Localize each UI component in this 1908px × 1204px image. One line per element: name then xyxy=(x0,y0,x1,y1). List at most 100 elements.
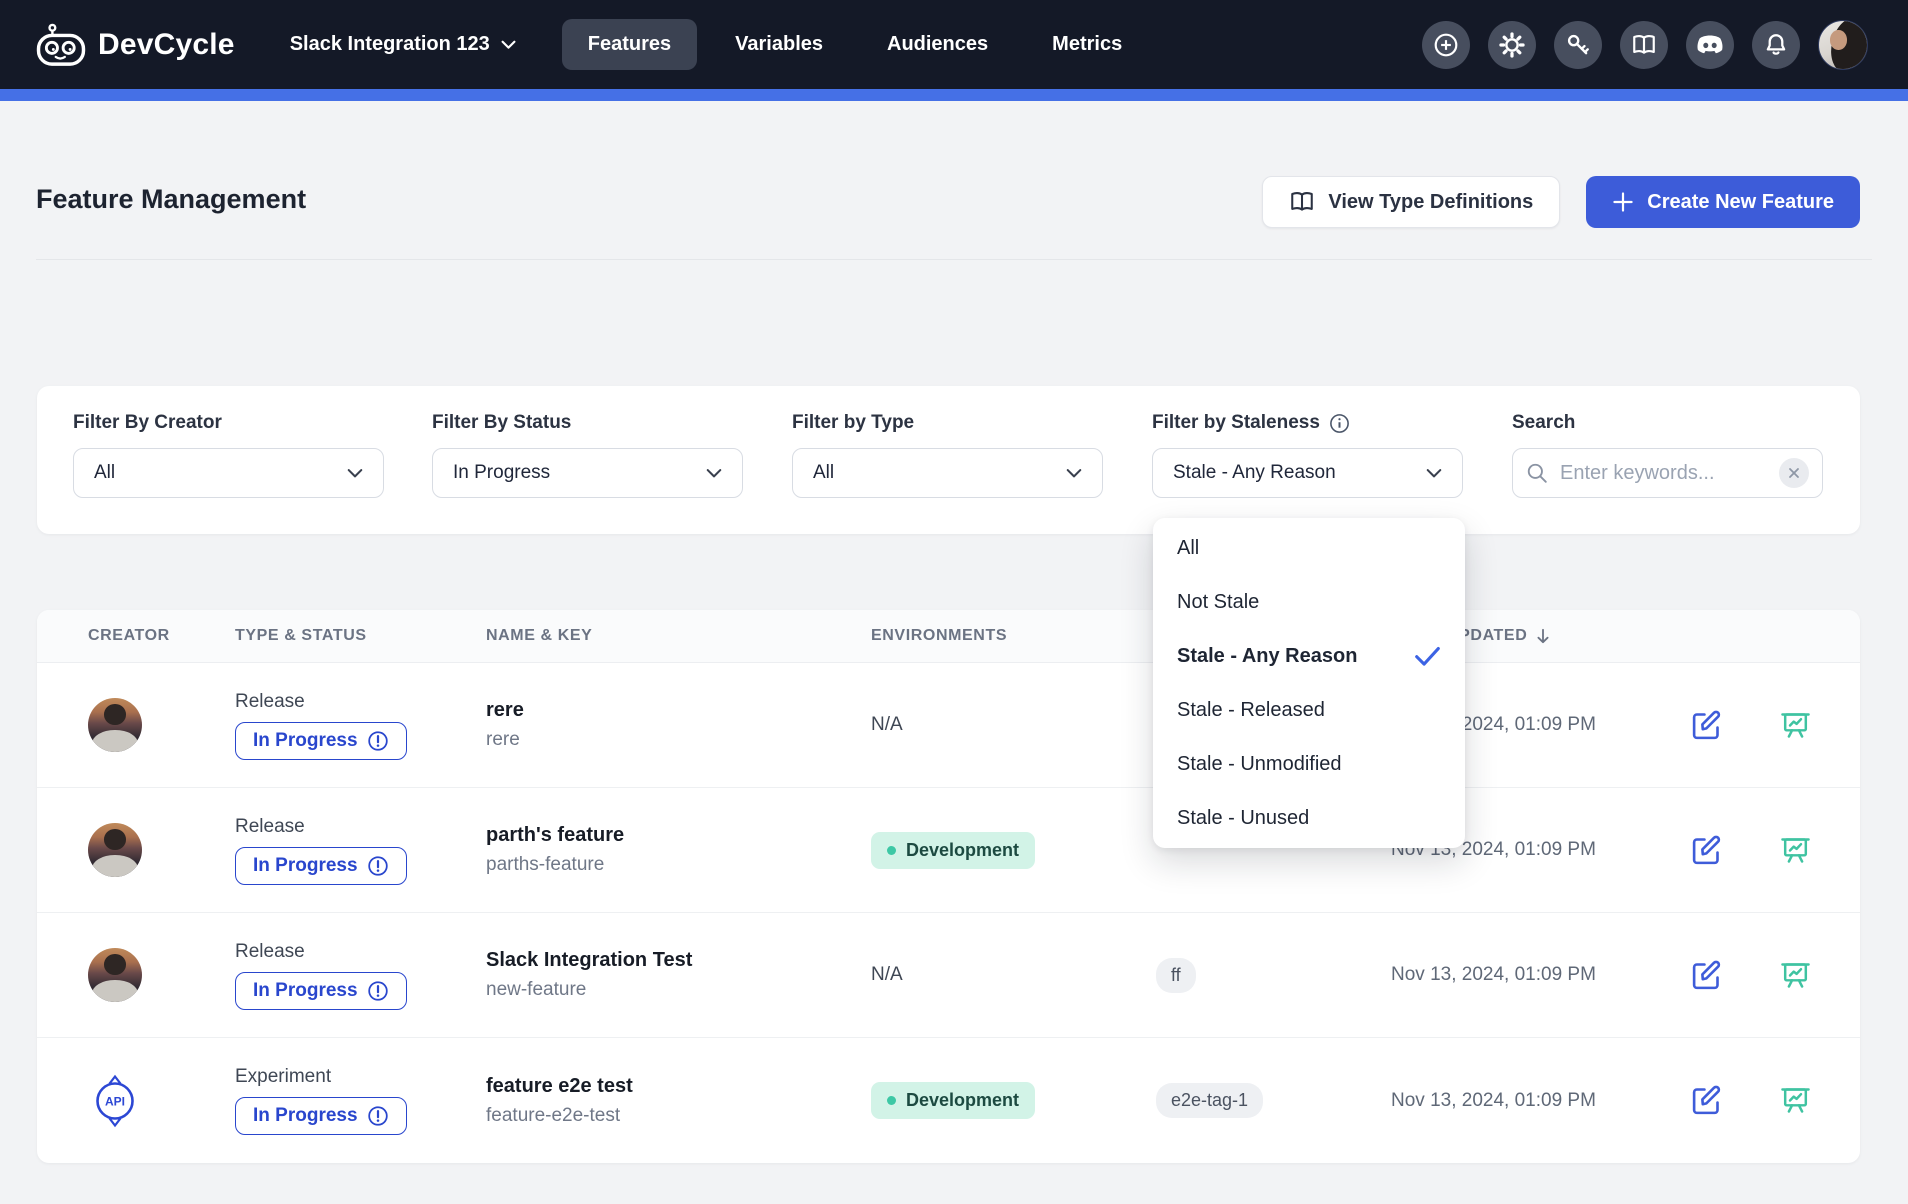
create-new-feature-label: Create New Feature xyxy=(1647,191,1834,214)
row-actions xyxy=(1677,959,1860,992)
filter-staleness-label-text: Filter by Staleness xyxy=(1152,412,1320,434)
environment-badge-label: Development xyxy=(906,1090,1019,1111)
edit-icon[interactable] xyxy=(1690,959,1723,992)
filter-status-label: Filter By Status xyxy=(432,412,743,434)
key-icon[interactable] xyxy=(1554,21,1602,69)
plus-icon xyxy=(1612,191,1634,213)
feature-type: Release xyxy=(235,816,305,838)
book-icon[interactable] xyxy=(1620,21,1668,69)
dropdown-option-all[interactable]: All xyxy=(1153,521,1465,575)
search-box xyxy=(1512,448,1823,498)
analytics-icon[interactable] xyxy=(1779,834,1812,867)
project-selector-label: Slack Integration 123 xyxy=(290,33,490,56)
feature-key: parths-feature xyxy=(486,854,871,876)
tags-cell: ff xyxy=(1156,958,1391,993)
environment-badge-label: Development xyxy=(906,840,1019,861)
status-badge[interactable]: In Progress xyxy=(235,972,407,1010)
status-badge-label: In Progress xyxy=(253,855,358,877)
features-table: CREATOR TYPE & STATUS NAME & KEY ENVIRON… xyxy=(37,610,1860,1163)
environments-value: N/A xyxy=(871,964,903,985)
dropdown-option-not-stale[interactable]: Not Stale xyxy=(1153,575,1465,629)
top-navbar: DevCycle Slack Integration 123 Features … xyxy=(0,0,1908,89)
feature-type: Release xyxy=(235,941,305,963)
search-input[interactable] xyxy=(1560,462,1767,485)
nav-tab-audiences[interactable]: Audiences xyxy=(861,19,1014,70)
dropdown-option-stale-any-reason[interactable]: Stale - Any Reason xyxy=(1153,629,1465,683)
user-avatar[interactable] xyxy=(1818,20,1868,70)
row-actions xyxy=(1677,1084,1860,1117)
exclamation-circle-icon xyxy=(367,980,389,1002)
creator-cell xyxy=(37,948,235,1002)
add-circle-icon[interactable] xyxy=(1422,21,1470,69)
tag-pill: ff xyxy=(1156,958,1196,993)
filter-type-select[interactable]: All xyxy=(792,448,1103,498)
analytics-icon[interactable] xyxy=(1779,709,1812,742)
filter-status-select[interactable]: In Progress xyxy=(432,448,743,498)
name-key-cell[interactable]: feature e2e test feature-e2e-test xyxy=(486,1075,871,1127)
tag-pill: e2e-tag-1 xyxy=(1156,1083,1263,1118)
environment-badge: Development xyxy=(871,832,1035,869)
status-badge[interactable]: In Progress xyxy=(235,722,407,760)
filter-search: Search xyxy=(1512,412,1823,498)
header-actions: View Type Definitions Create New Feature xyxy=(1262,176,1860,228)
edit-icon[interactable] xyxy=(1690,709,1723,742)
brand-name: DevCycle xyxy=(98,28,235,62)
dropdown-option-label: Stale - Unmodified xyxy=(1177,753,1342,776)
filter-staleness-label: Filter by Staleness xyxy=(1152,412,1463,434)
analytics-icon[interactable] xyxy=(1779,959,1812,992)
table-row[interactable]: Release In Progress Slack Integration Te… xyxy=(37,913,1860,1038)
dropdown-option-label: Not Stale xyxy=(1177,591,1259,614)
dropdown-option-label: Stale - Released xyxy=(1177,699,1325,722)
page-title: Feature Management xyxy=(36,184,306,215)
creator-avatar xyxy=(88,698,142,752)
filter-creator-select[interactable]: All xyxy=(73,448,384,498)
environments-cell: N/A xyxy=(871,714,1156,736)
analytics-icon[interactable] xyxy=(1779,1084,1812,1117)
table-row[interactable]: Release In Progress parth's feature part… xyxy=(37,788,1860,913)
nav-tab-features[interactable]: Features xyxy=(562,19,697,70)
exclamation-circle-icon xyxy=(367,1105,389,1127)
filter-staleness-select[interactable]: Stale - Any Reason xyxy=(1152,448,1463,498)
nav-tab-variables[interactable]: Variables xyxy=(709,19,849,70)
filter-type: Filter by Type All xyxy=(792,412,1103,498)
feature-type: Experiment xyxy=(235,1066,331,1088)
table-row[interactable]: API Experiment In Progress feature e2e t… xyxy=(37,1038,1860,1163)
dropdown-option-stale-unused[interactable]: Stale - Unused xyxy=(1153,791,1465,845)
bell-icon[interactable] xyxy=(1752,21,1800,69)
name-key-cell[interactable]: parth's feature parths-feature xyxy=(486,824,871,876)
filter-creator: Filter By Creator All xyxy=(73,412,384,498)
gear-icon[interactable] xyxy=(1488,21,1536,69)
exclamation-circle-icon xyxy=(367,730,389,752)
view-type-definitions-button[interactable]: View Type Definitions xyxy=(1262,176,1560,228)
status-badge[interactable]: In Progress xyxy=(235,1097,407,1135)
name-key-cell[interactable]: Slack Integration Test new-feature xyxy=(486,949,871,1001)
sort-down-arrow-icon xyxy=(1534,627,1552,645)
feature-name: feature e2e test xyxy=(486,1075,871,1098)
search-label: Search xyxy=(1512,412,1823,434)
info-icon[interactable] xyxy=(1329,413,1350,434)
project-selector[interactable]: Slack Integration 123 xyxy=(290,33,516,56)
feature-name: Slack Integration Test xyxy=(486,949,871,972)
type-status-cell: Release In Progress xyxy=(235,941,486,1010)
table-row[interactable]: Release In Progress rere rere N/A Nov 13… xyxy=(37,663,1860,788)
status-badge[interactable]: In Progress xyxy=(235,847,407,885)
name-key-cell[interactable]: rere rere xyxy=(486,699,871,751)
exclamation-circle-icon xyxy=(367,855,389,877)
filter-status: Filter By Status In Progress xyxy=(432,412,743,498)
feature-key: new-feature xyxy=(486,979,871,1001)
clear-search-icon[interactable] xyxy=(1779,458,1809,488)
edit-icon[interactable] xyxy=(1690,1084,1723,1117)
dropdown-option-stale-released[interactable]: Stale - Released xyxy=(1153,683,1465,737)
create-new-feature-button[interactable]: Create New Feature xyxy=(1586,176,1860,228)
chevron-down-icon xyxy=(347,468,363,479)
environments-cell: Development xyxy=(871,832,1156,869)
nav-tab-metrics[interactable]: Metrics xyxy=(1026,19,1148,70)
brand-logo[interactable]: DevCycle xyxy=(36,23,235,67)
edit-icon[interactable] xyxy=(1690,834,1723,867)
updated-cell: Nov 13, 2024, 01:09 PM xyxy=(1391,1090,1677,1112)
view-type-definitions-label: View Type Definitions xyxy=(1328,191,1533,214)
dropdown-option-stale-unmodified[interactable]: Stale - Unmodified xyxy=(1153,737,1465,791)
discord-icon[interactable] xyxy=(1686,21,1734,69)
row-actions xyxy=(1677,834,1860,867)
devcycle-robot-icon xyxy=(36,23,86,67)
